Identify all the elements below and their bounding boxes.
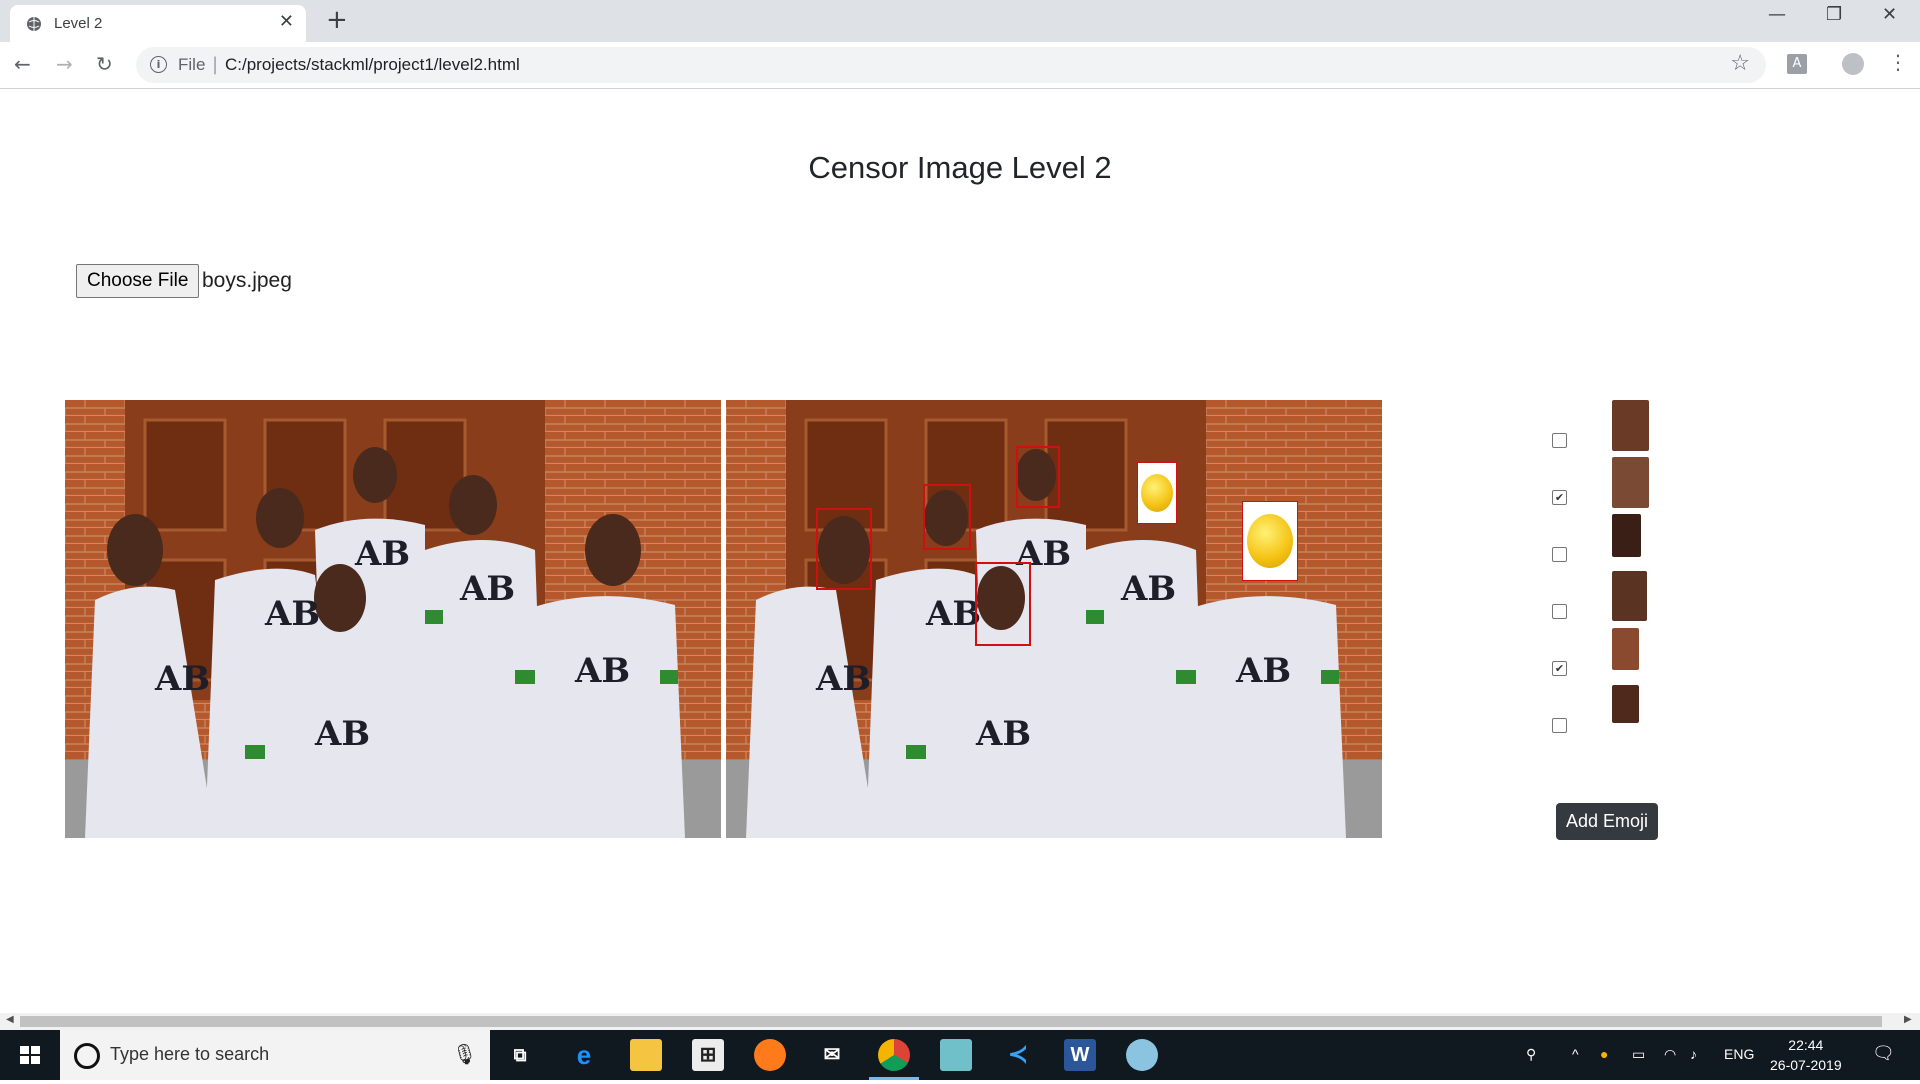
taskbar-search-box[interactable]: Type here to search 🎙: [60, 1030, 490, 1080]
svg-text:AB: AB: [1120, 569, 1176, 609]
original-image: AB AB AB AB AB AB: [65, 400, 721, 838]
file-explorer-icon[interactable]: [630, 1039, 662, 1071]
choose-file-button[interactable]: Choose File: [76, 264, 200, 298]
url-scheme: File: [178, 55, 206, 74]
scroll-right-icon[interactable]: ▶: [1904, 1014, 1912, 1025]
clock-date: 26-07-2019: [1770, 1057, 1842, 1073]
extension-icon[interactable]: A: [1787, 54, 1807, 74]
face-detection-box[interactable]: [816, 508, 872, 590]
page-title: Censor Image Level 2: [808, 150, 1112, 185]
svg-text:AB: AB: [154, 659, 210, 699]
detected-faces-list: ✔ ✔: [1540, 400, 1680, 733]
close-icon[interactable]: ✕: [279, 11, 294, 32]
profile-avatar-icon[interactable]: [1842, 53, 1864, 75]
minimize-icon[interactable]: —: [1768, 4, 1786, 25]
svg-text:AB: AB: [314, 714, 370, 754]
info-icon[interactable]: i: [150, 56, 167, 73]
emoji-overlay[interactable]: [1242, 501, 1298, 581]
globe-icon: [27, 17, 41, 31]
svg-text:AB: AB: [1235, 651, 1291, 691]
battery-icon[interactable]: ▭: [1632, 1046, 1645, 1063]
svg-text:AB: AB: [574, 651, 630, 691]
more-menu-icon[interactable]: ⋮: [1888, 50, 1908, 74]
scrollbar-thumb[interactable]: [20, 1016, 1882, 1027]
face-thumbnail: [1612, 628, 1639, 670]
face-checkbox[interactable]: ✔: [1552, 490, 1567, 505]
mail-icon[interactable]: ✉: [816, 1039, 848, 1071]
tray-chevron-icon[interactable]: ^: [1572, 1046, 1579, 1062]
volume-icon[interactable]: ♪: [1690, 1046, 1697, 1062]
smiley-icon: [1247, 514, 1293, 568]
face-checkbox[interactable]: [1552, 547, 1567, 562]
store-icon[interactable]: ⊞: [692, 1039, 724, 1071]
add-emoji-button[interactable]: Add Emoji: [1556, 803, 1658, 840]
svg-text:AB: AB: [815, 659, 871, 699]
face-checkbox[interactable]: [1552, 718, 1567, 733]
svg-text:AB: AB: [459, 569, 515, 609]
people-icon[interactable]: ⚲: [1526, 1046, 1536, 1063]
norton-icon[interactable]: ●: [1600, 1046, 1608, 1062]
search-placeholder: Type here to search: [110, 1044, 270, 1064]
paint-icon[interactable]: [1126, 1039, 1158, 1071]
face-detection-box[interactable]: [975, 562, 1031, 646]
face-thumbnail: [1612, 457, 1649, 508]
url-text[interactable]: C:/projects/stackml/project1/level2.html: [225, 55, 520, 75]
tab-title: Level 2: [54, 15, 103, 32]
face-checkbox[interactable]: [1552, 433, 1567, 448]
tab-strip: Level 2 ✕ + — ❐ ✕: [0, 0, 1920, 42]
clock-time: 22:44: [1788, 1037, 1824, 1053]
svg-text:AB: AB: [264, 594, 320, 634]
new-tab-icon[interactable]: +: [326, 6, 348, 34]
smiley-icon: [1141, 474, 1173, 512]
notifications-icon[interactable]: 🗨: [1872, 1043, 1895, 1064]
reload-icon[interactable]: ↻: [96, 52, 113, 76]
scroll-left-icon[interactable]: ◀: [6, 1014, 14, 1025]
cortana-icon: [74, 1043, 100, 1069]
browser-tab[interactable]: Level 2 ✕: [10, 5, 306, 42]
microphone-icon[interactable]: 🎙: [452, 1042, 477, 1066]
language-indicator[interactable]: ENG: [1724, 1046, 1754, 1062]
sticky-notes-icon[interactable]: [940, 1039, 972, 1071]
face-checkbox[interactable]: ✔: [1552, 661, 1567, 676]
svg-text:AB: AB: [354, 534, 410, 574]
edge-icon[interactable]: e: [568, 1039, 600, 1071]
url-separator: |: [212, 54, 219, 75]
face-detection-box[interactable]: [1016, 446, 1060, 508]
windows-start-icon[interactable]: [0, 1030, 60, 1080]
face-thumbnail: [1612, 400, 1649, 451]
forward-icon[interactable]: →: [56, 52, 73, 76]
svg-text:AB: AB: [925, 594, 981, 634]
restore-icon[interactable]: ❐: [1826, 4, 1842, 25]
back-icon[interactable]: ←: [14, 52, 31, 76]
svg-text:AB: AB: [975, 714, 1031, 754]
selected-file-name: boys.jpeg: [202, 269, 292, 292]
system-clock[interactable]: 22:44 26-07-2019: [1770, 1035, 1842, 1075]
censored-image: AB AB AB AB AB AB: [726, 400, 1382, 838]
browser-toolbar: ← → ↻ i File | C:/projects/stackml/proje…: [0, 42, 1920, 89]
emoji-overlay[interactable]: [1137, 462, 1177, 524]
horizontal-scrollbar[interactable]: ◀ ▶: [0, 1013, 1920, 1030]
firefox-icon[interactable]: [754, 1039, 786, 1071]
address-bar[interactable]: i File | C:/projects/stackml/project1/le…: [136, 47, 1766, 83]
group-photo: AB AB AB AB AB AB: [65, 400, 721, 838]
vscode-icon[interactable]: ≺: [1002, 1039, 1034, 1071]
bookmark-star-icon[interactable]: ☆: [1730, 51, 1750, 76]
face-checkbox[interactable]: [1552, 604, 1567, 619]
task-view-icon[interactable]: ⧉: [504, 1039, 536, 1071]
chrome-icon[interactable]: [878, 1039, 910, 1071]
windows-taskbar: Type here to search 🎙 ⧉ e ⊞ ✉ ≺ W ⚲ ^ ● …: [0, 1030, 1920, 1080]
wifi-icon[interactable]: ◠: [1664, 1046, 1676, 1063]
word-icon[interactable]: W: [1064, 1039, 1096, 1071]
face-detection-box[interactable]: [923, 484, 971, 550]
face-thumbnail: [1612, 685, 1639, 723]
window-close-icon[interactable]: ✕: [1882, 4, 1897, 25]
face-thumbnail: [1612, 514, 1641, 557]
face-thumbnail: [1612, 571, 1647, 621]
